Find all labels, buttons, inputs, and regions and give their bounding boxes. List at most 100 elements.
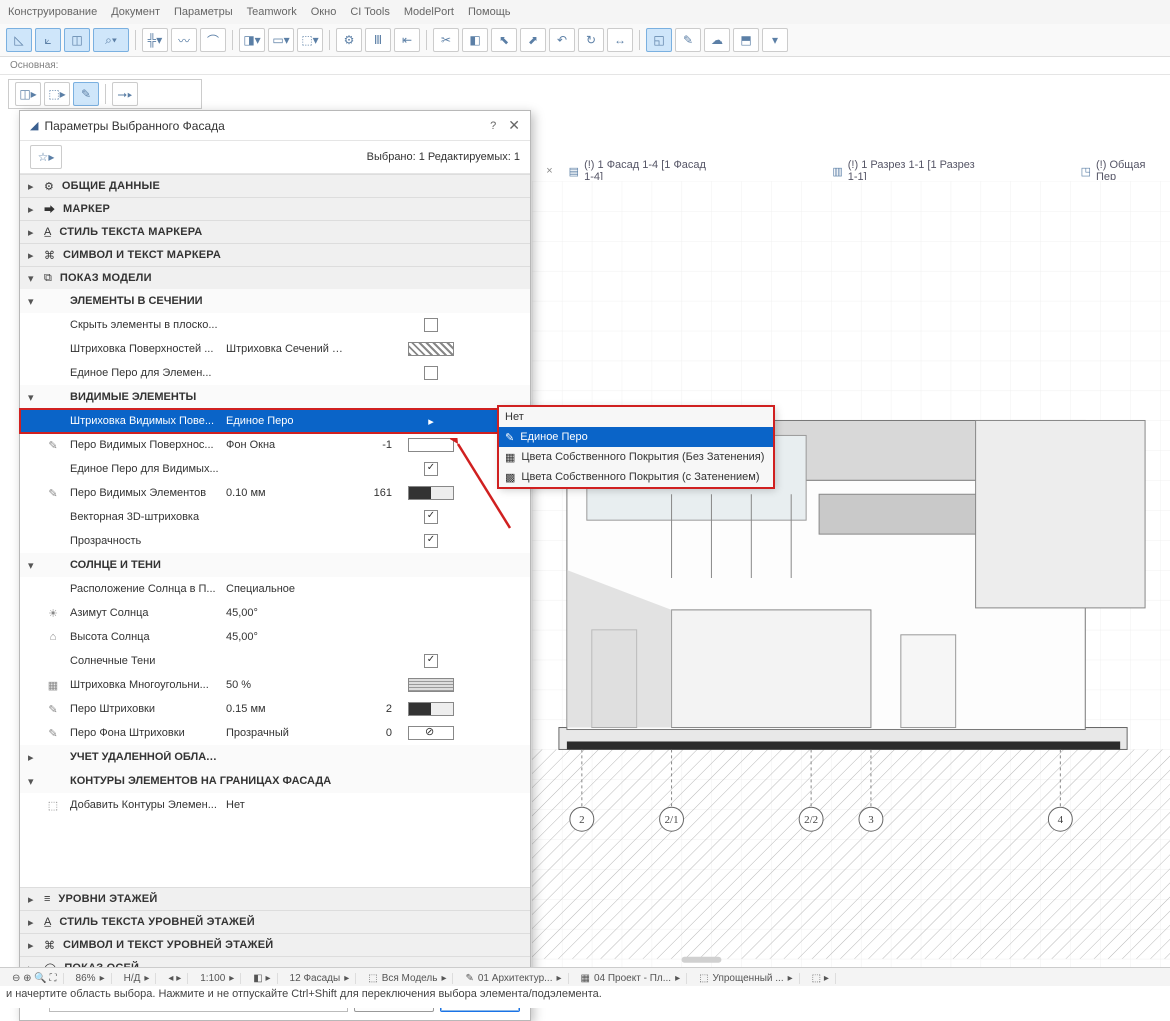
pen-swatch[interactable] bbox=[408, 486, 454, 500]
mode-icon[interactable]: ⬚▸ bbox=[44, 82, 70, 106]
menu-item[interactable]: Окно bbox=[311, 6, 337, 18]
group-header[interactable]: ▾ВИДИМЫЕ ЭЛЕМЕНТЫ bbox=[20, 385, 530, 409]
dialog-title: Параметры Выбранного Фасада bbox=[44, 119, 490, 133]
tool-icon[interactable]: ⟀ bbox=[35, 28, 61, 52]
tool-icon[interactable]: ☁ bbox=[704, 28, 730, 52]
toolbar-sublabel: Основная: bbox=[0, 57, 1170, 75]
menu-item[interactable]: CI Tools bbox=[350, 6, 390, 18]
checkbox[interactable] bbox=[424, 654, 438, 668]
tool-icon[interactable]: ⬒ bbox=[733, 28, 759, 52]
tool-icon[interactable]: ◧ bbox=[462, 28, 488, 52]
chevron-right-icon[interactable]: ▸ bbox=[428, 415, 434, 428]
section-toggle[interactable]: ▸⚙ОБЩИЕ ДАННЫЕ bbox=[20, 174, 530, 197]
param-row[interactable]: Векторная 3D-штриховка bbox=[20, 505, 530, 529]
section-toggle[interactable]: ▸A̲СТИЛЬ ТЕКСТА УРОВНЕЙ ЭТАЖЕЙ bbox=[20, 910, 530, 933]
help-icon[interactable]: ? bbox=[490, 120, 496, 132]
grid-icon[interactable]: ╬▾ bbox=[142, 28, 168, 52]
zoom-level[interactable]: 86% ▸ bbox=[70, 973, 112, 984]
tool-icon[interactable]: ↻ bbox=[578, 28, 604, 52]
pen-swatch[interactable] bbox=[408, 438, 454, 452]
section-toggle[interactable]: ▾⧉ПОКАЗ МОДЕЛИ bbox=[20, 266, 530, 289]
group-header[interactable]: ▸УЧЕТ УДАЛЕННОЙ ОБЛАСТИ bbox=[20, 745, 530, 769]
tool-icon[interactable]: Ⅲ bbox=[365, 28, 391, 52]
param-row[interactable]: ⬚Добавить Контуры Элемен...Нет bbox=[20, 793, 530, 817]
tool-icon[interactable]: ⬈ bbox=[520, 28, 546, 52]
close-icon[interactable]: ✕ bbox=[508, 117, 520, 134]
tool-icon[interactable]: ⬉ bbox=[491, 28, 517, 52]
tool-icon[interactable]: ▭▾ bbox=[268, 28, 294, 52]
tool-icon[interactable]: 〰 bbox=[171, 28, 197, 52]
param-row[interactable]: ▦Штриховка Многоугольни...50 % bbox=[20, 673, 530, 697]
param-row[interactable]: ☀Азимут Солнца45,00° bbox=[20, 601, 530, 625]
hatch-swatch[interactable] bbox=[408, 342, 454, 356]
tool-icon[interactable]: ⌒ bbox=[200, 28, 226, 52]
zoom-tools[interactable]: ⊖ ⊕ 🔍 ⛶ bbox=[6, 973, 64, 984]
section-toggle[interactable]: ▸⮕МАРКЕР bbox=[20, 197, 530, 220]
display-mode[interactable]: ◧ ▸ bbox=[247, 973, 277, 984]
pen-swatch[interactable] bbox=[408, 702, 454, 716]
menu-item[interactable]: ModelPort bbox=[404, 6, 454, 18]
cube-icon: ◳ bbox=[1081, 165, 1091, 178]
param-row[interactable]: Солнечные Тени bbox=[20, 649, 530, 673]
param-row[interactable]: Штриховка Поверхностей ...Штриховка Сече… bbox=[20, 337, 530, 361]
cut-icon[interactable]: ✂ bbox=[433, 28, 459, 52]
group-header[interactable]: ▾СОЛНЦЕ И ТЕНИ bbox=[20, 553, 530, 577]
selection-info: Выбрано: 1 Редактируемых: 1 bbox=[367, 151, 520, 163]
menu-item[interactable]: Teamwork bbox=[247, 6, 297, 18]
hatch-swatch[interactable] bbox=[408, 678, 454, 692]
param-row[interactable]: Расположение Солнца в П...Специальное bbox=[20, 577, 530, 601]
tool-icon[interactable]: ◺ bbox=[6, 28, 32, 52]
section-toggle[interactable]: ▸≡УРОВНИ ЭТАЖЕЙ bbox=[20, 887, 530, 910]
section-toggle[interactable]: ▸⌘СИМВОЛ И ТЕКСТ МАРКЕРА bbox=[20, 243, 530, 266]
tab-close-icon[interactable]: × bbox=[546, 165, 552, 177]
mode-icon[interactable]: ✎ bbox=[73, 82, 99, 106]
tool-icon[interactable]: ↶ bbox=[549, 28, 575, 52]
edit-icon[interactable]: ✎ bbox=[675, 28, 701, 52]
arrow-icon[interactable]: ⭢▸ bbox=[112, 82, 138, 106]
param-row[interactable]: ✎Перо Штриховки0.15 мм2 bbox=[20, 697, 530, 721]
dropdown-item[interactable]: ▦Цвета Собственного Покрытия (Без Затене… bbox=[499, 447, 773, 467]
dropdown-item[interactable]: ✎Единое Перо bbox=[499, 427, 773, 447]
tool-icon[interactable]: ◱ bbox=[646, 28, 672, 52]
group-header[interactable]: ▾КОНТУРЫ ЭЛЕМЕНТОВ НА ГРАНИЦАХ ФАСАДА bbox=[20, 769, 530, 793]
dropdown-item[interactable]: ▩Цвета Собственного Покрытия (с Затенени… bbox=[499, 467, 773, 487]
menu-item[interactable]: Параметры bbox=[174, 6, 233, 18]
menu-item[interactable]: Документ bbox=[111, 6, 160, 18]
section-toggle[interactable]: ▸⌘СИМВОЛ И ТЕКСТ УРОВНЕЙ ЭТАЖЕЙ bbox=[20, 933, 530, 956]
ruler-icon[interactable]: ⇤ bbox=[394, 28, 420, 52]
sun-icon: ☀ bbox=[42, 607, 64, 620]
tool-icon[interactable]: ⌕▾ bbox=[93, 28, 129, 52]
tool-icon[interactable]: ◨▾ bbox=[239, 28, 265, 52]
dropdown-item[interactable]: Нет bbox=[499, 407, 773, 427]
param-row[interactable]: ✎Перо Видимых Элементов0.10 мм161 bbox=[20, 481, 530, 505]
checkbox[interactable] bbox=[424, 318, 438, 332]
tool-icon[interactable]: ⚙ bbox=[336, 28, 362, 52]
param-row-visible-fill[interactable]: Штриховка Видимых Пове...Единое Перо▸ bbox=[20, 409, 530, 433]
group-header[interactable]: ▾ЭЛЕМЕНТЫ В СЕЧЕНИИ bbox=[20, 289, 530, 313]
mode-icon[interactable]: ◫▸ bbox=[15, 82, 41, 106]
param-row[interactable]: ✎Перо Фона ШтриховкиПрозрачный0⊘ bbox=[20, 721, 530, 745]
palette-shade-icon: ▩ bbox=[505, 471, 515, 484]
param-row[interactable]: Прозрачность bbox=[20, 529, 530, 553]
param-row[interactable]: Единое Перо для Элемен... bbox=[20, 361, 530, 385]
checkbox[interactable] bbox=[424, 534, 438, 548]
param-row[interactable]: ⌂Высота Солнца45,00° bbox=[20, 625, 530, 649]
menu-item[interactable]: Конструирование bbox=[8, 6, 97, 18]
section-toggle[interactable]: ▸A̲СТИЛЬ ТЕКСТА МАРКЕРА bbox=[20, 220, 530, 243]
param-row[interactable]: Единое Перо для Видимых... bbox=[20, 457, 530, 481]
param-row[interactable]: Скрыть элементы в плоско... bbox=[20, 313, 530, 337]
tool-icon[interactable]: ◫ bbox=[64, 28, 90, 52]
favorite-icon[interactable]: ☆▸ bbox=[30, 145, 62, 169]
checkbox[interactable] bbox=[424, 462, 438, 476]
param-row[interactable]: ✎Перо Видимых Поверхнос...Фон Окна-1 bbox=[20, 433, 530, 457]
tool-icon[interactable]: ▾ bbox=[762, 28, 788, 52]
drawing-canvas[interactable]: 2 2/1 2/2 3 4 bbox=[532, 180, 1170, 970]
nav-arrows[interactable]: ◂ ▸ bbox=[162, 973, 188, 984]
checkbox[interactable] bbox=[424, 366, 438, 380]
svg-text:3: 3 bbox=[868, 814, 874, 826]
menu-item[interactable]: Помощь bbox=[468, 6, 511, 18]
dialog-titlebar[interactable]: ◢ Параметры Выбранного Фасада ? ✕ bbox=[20, 111, 530, 141]
tool-icon[interactable]: ⬚▾ bbox=[297, 28, 323, 52]
tool-icon[interactable]: ↔ bbox=[607, 28, 633, 52]
checkbox[interactable] bbox=[424, 510, 438, 524]
